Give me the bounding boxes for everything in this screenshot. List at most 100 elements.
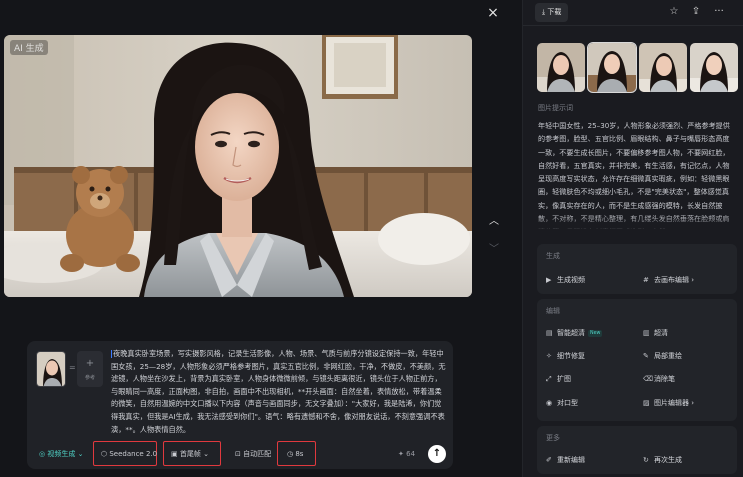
- upscale-button[interactable]: ▥ 超清: [643, 327, 668, 339]
- mode-selector[interactable]: ◎ 视频生成 ⌄: [39, 445, 83, 463]
- add-reference-button[interactable]: + 参考: [77, 351, 103, 387]
- portrait-illustration: [4, 35, 472, 297]
- variant-thumb-3: [639, 43, 687, 92]
- star-icon[interactable]: ☆: [667, 5, 681, 19]
- text-cursor: [111, 350, 112, 358]
- re-edit-button[interactable]: ✐ 重新编辑: [546, 454, 585, 466]
- re-edit-label: 重新编辑: [557, 456, 585, 464]
- eraser-button[interactable]: ⌫消除笔: [643, 373, 675, 385]
- expand-icon: ⤢: [546, 375, 552, 383]
- ai-generated-badge: AI 生成: [10, 40, 48, 55]
- aspect-icon: ⊡: [235, 450, 241, 458]
- hd-icon: ▤: [546, 329, 553, 337]
- equals-sign: =: [69, 363, 76, 372]
- refresh-icon: ↻: [643, 456, 649, 464]
- inpaint-label: 局部重绘: [654, 352, 682, 360]
- more-icon[interactable]: ···: [712, 5, 726, 19]
- image-editor-button[interactable]: ▨ 图片编辑器 ›: [643, 397, 694, 409]
- cube-icon: ⬡: [101, 450, 108, 458]
- outpaint-label: 扩图: [557, 375, 571, 383]
- prompt-text-content: 夜晚真实卧室场景，写实摄影风格，记录生活影像，人物、场景、气质与前序分镜设定保持…: [111, 349, 446, 434]
- next-image-icon[interactable]: ﹀: [486, 240, 502, 255]
- generate-video-label: 生成视频: [557, 276, 585, 284]
- chevron-right-icon: ›: [689, 276, 695, 284]
- previous-image-icon[interactable]: ︿: [486, 212, 502, 227]
- canvas-edit-label: 去画布编辑: [654, 276, 689, 284]
- model-label: Seedance 2.0: [109, 450, 158, 458]
- detail-repair-label: 细节修复: [557, 352, 585, 360]
- brush-icon: ✎: [643, 352, 649, 360]
- outpaint-button[interactable]: ⤢ 扩图: [546, 373, 571, 385]
- reference-image-thumb[interactable]: [36, 351, 66, 387]
- eraser-label: 消除笔: [654, 375, 675, 383]
- wand-icon: ✧: [546, 352, 552, 360]
- lip-sync-label: 对口型: [557, 399, 578, 407]
- chevron-down-icon: ⌄: [203, 450, 209, 458]
- more-title: 更多: [546, 434, 560, 442]
- variant-thumb-4: [690, 43, 738, 92]
- frame-mode-selector[interactable]: ▣ 首尾帧 ⌄: [171, 445, 209, 463]
- prompt-panel: = + 参考 夜晚真实卧室场景，写实摄影风格，记录生活影像，人物、场景、气质与前…: [27, 341, 453, 469]
- credit-count: 64: [406, 450, 416, 458]
- generate-card: 生成 ▶ 生成视频 # 去画布编辑 ›: [537, 244, 737, 294]
- edit-title: 编辑: [546, 307, 560, 315]
- video-icon: ▶: [546, 276, 552, 284]
- edit-card: 编辑 ▤ 智能超清 New ▥ 超清 ✧ 细节修复 ✎ 局部重绘 ⤢ 扩图 ⌫消除笔 ◉ 对口…: [537, 299, 737, 421]
- image-editor-label: 图片编辑器: [654, 399, 689, 407]
- close-icon[interactable]: ×: [484, 4, 502, 22]
- variant-thumbnails: [537, 42, 738, 93]
- prompt-section-title: 图片提示词: [538, 104, 573, 112]
- duration-label: 8s: [295, 450, 304, 458]
- image-icon: ▨: [643, 399, 650, 407]
- smart-upscale-label: 智能超清: [557, 329, 585, 337]
- send-button[interactable]: ↑: [428, 445, 446, 463]
- description-fade: [538, 214, 734, 232]
- variant-thumb[interactable]: [537, 43, 585, 92]
- prompt-textarea[interactable]: 夜晚真实卧室场景，写实摄影风格，记录生活影像，人物、场景、气质与前序分镜设定保持…: [111, 348, 447, 436]
- canvas-edit-button[interactable]: # 去画布编辑 ›: [643, 274, 694, 286]
- generate-video-button[interactable]: ▶ 生成视频: [546, 274, 585, 286]
- model-selector[interactable]: ⬡ Seedance 2.0: [101, 445, 157, 463]
- new-badge: New: [588, 329, 603, 337]
- variant-thumb-2: [588, 43, 636, 92]
- lip-sync-icon: ◉: [546, 399, 553, 407]
- credit-cost: ✦ 64: [398, 445, 415, 463]
- detail-repair-button[interactable]: ✧ 细节修复: [546, 350, 585, 362]
- download-label: 下载: [547, 8, 562, 16]
- download-icon: ⤓: [542, 8, 546, 16]
- lip-sync-button[interactable]: ◉ 对口型: [546, 397, 578, 409]
- upscale-label: 超清: [654, 329, 668, 337]
- variant-thumb[interactable]: [690, 43, 738, 92]
- credit-icon: ✦: [398, 450, 404, 458]
- upscale-icon: ▥: [643, 329, 650, 337]
- regenerate-label: 再次生成: [654, 456, 682, 464]
- frame-icon: ▣: [171, 450, 178, 458]
- image-viewer: × AI 生成 ︿ ﹀ = + 参考 夜晚真实卧室场景，写实摄影风格，记录生活影…: [0, 0, 514, 477]
- more-card: 更多 ✐ 重新编辑 ↻ 再次生成: [537, 426, 737, 474]
- video-mode-icon: ◎: [39, 450, 46, 458]
- clock-icon: ◷: [287, 450, 294, 458]
- smart-upscale-button[interactable]: ▤ 智能超清 New: [546, 327, 603, 339]
- sidebar-topbar: ⤓ 下载 ☆ ⇪ ···: [523, 0, 743, 26]
- auto-match-toggle[interactable]: ⊡ 自动匹配: [235, 445, 271, 463]
- edit-icon: ✐: [546, 456, 552, 464]
- download-button[interactable]: ⤓ 下载: [535, 3, 569, 22]
- share-icon[interactable]: ⇪: [689, 5, 703, 19]
- generation-toolbar: ◎ 视频生成 ⌄ ⬡ Seedance 2.0 ▣ 首尾帧 ⌄ ⊡ 自动匹配 ◷…: [33, 441, 447, 466]
- generated-image[interactable]: AI 生成: [4, 35, 472, 297]
- generate-title: 生成: [546, 252, 560, 260]
- variant-thumb-1: [537, 43, 585, 92]
- auto-match-label: 自动匹配: [243, 450, 272, 458]
- variant-thumb[interactable]: [639, 43, 687, 92]
- reference-thumb-illustration: [37, 352, 65, 386]
- details-sidebar: ⤓ 下载 ☆ ⇪ ··· 图片提示词 年轻中国女性，25–30岁，人物形象必须强…: [522, 0, 743, 477]
- eraser-icon: ⌫: [643, 375, 653, 383]
- frame-mode-label: 首尾帧: [179, 450, 201, 458]
- regenerate-button[interactable]: ↻ 再次生成: [643, 454, 682, 466]
- canvas-icon: #: [643, 276, 649, 284]
- chevron-down-icon: ⌄: [77, 450, 84, 458]
- inpaint-button[interactable]: ✎ 局部重绘: [643, 350, 682, 362]
- plus-icon: +: [85, 358, 95, 369]
- duration-selector[interactable]: ◷ 8s: [287, 445, 303, 463]
- variant-thumb-selected[interactable]: [587, 42, 637, 93]
